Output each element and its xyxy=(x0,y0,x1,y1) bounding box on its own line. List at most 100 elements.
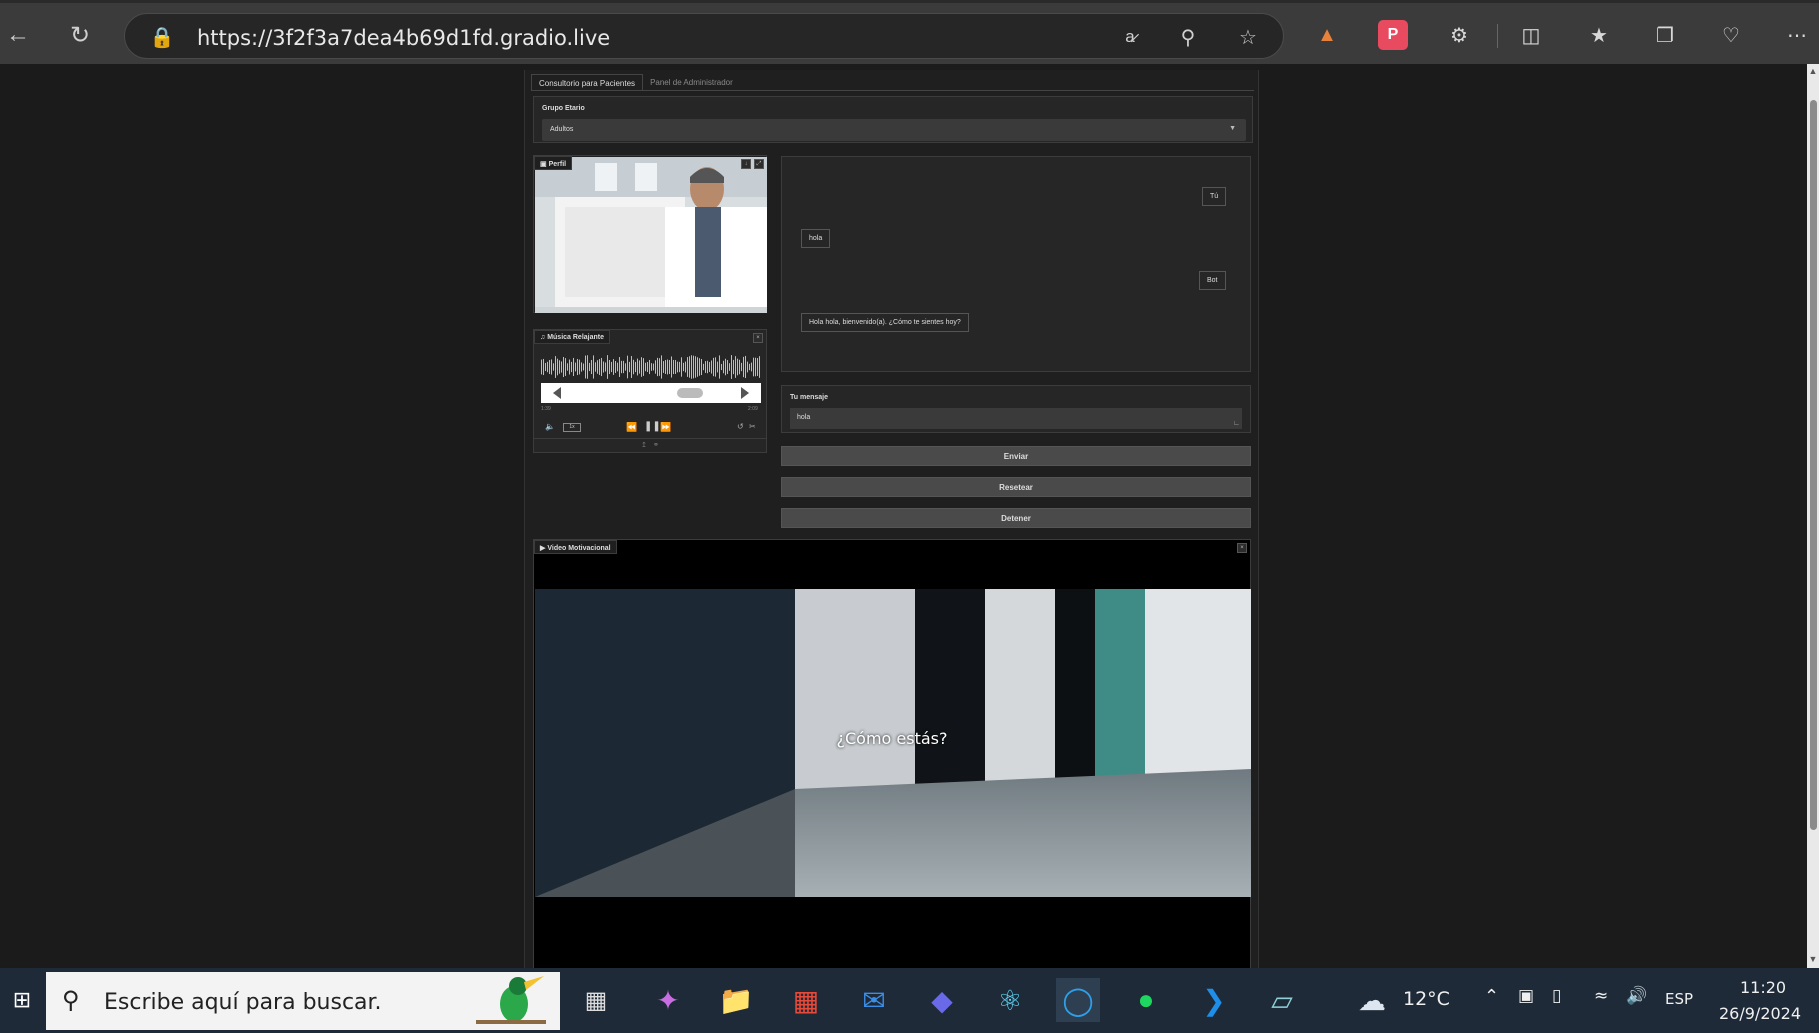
tab-admin-panel[interactable]: Panel de Administrador xyxy=(643,74,740,90)
weather-cloud-icon[interactable]: ☁ xyxy=(1350,978,1394,1022)
age-group-value: Adultos xyxy=(550,126,574,133)
meet-now-icon[interactable]: ▣ xyxy=(1518,986,1534,1006)
music-note-icon: ♫ xyxy=(540,334,546,341)
vscode-icon[interactable]: ❯ xyxy=(1192,978,1236,1022)
stop-button[interactable]: Detener xyxy=(781,508,1251,528)
waveform-bar xyxy=(577,358,578,376)
waveform-bar xyxy=(685,361,686,373)
waveform-bar xyxy=(609,359,610,375)
waveform-bar xyxy=(565,358,566,376)
lock-icon[interactable]: 🔒 xyxy=(147,22,177,52)
browser-essentials-icon[interactable]: ♡ xyxy=(1716,20,1746,50)
metamask-icon[interactable]: ▲ xyxy=(1312,20,1342,50)
playback-speed-button[interactable]: 1x xyxy=(563,423,581,432)
tab-underline xyxy=(531,90,1254,91)
microsoft-store-icon[interactable]: ▦ xyxy=(784,978,828,1022)
close-icon[interactable]: × xyxy=(753,333,763,343)
read-aloud-icon[interactable]: a̷ xyxy=(1115,22,1145,52)
fast-forward-icon[interactable]: ⏩ xyxy=(660,422,671,433)
favorite-star-icon[interactable]: ☆ xyxy=(1233,22,1263,52)
file-explorer-icon[interactable]: 📁 xyxy=(714,978,758,1022)
scrollbar-thumb[interactable] xyxy=(1810,100,1817,830)
waveform-bar xyxy=(659,358,660,376)
page-scrollbar[interactable]: ▲ ▼ xyxy=(1807,64,1819,968)
volume-icon[interactable]: 🔈 xyxy=(545,422,555,431)
waveform-bar xyxy=(599,359,600,375)
back-icon[interactable]: ← xyxy=(0,17,36,53)
scroll-down-icon[interactable]: ▼ xyxy=(1808,954,1818,964)
waveform-bar xyxy=(723,360,724,374)
copilot-icon[interactable]: ✦ xyxy=(646,978,690,1022)
upload-icon[interactable]: ↥ xyxy=(641,441,647,449)
reset-button[interactable]: Resetear xyxy=(781,477,1251,497)
favorites-icon[interactable]: ★ xyxy=(1584,20,1614,50)
trim-icon[interactable]: ✂ xyxy=(749,422,756,431)
task-view-icon[interactable]: ▦ xyxy=(574,978,618,1022)
resize-handle-icon[interactable]: ∟ xyxy=(1233,420,1240,427)
music-label-tag: ♫ Música Relajante xyxy=(534,330,611,344)
waveform-bar xyxy=(721,363,722,371)
taskbar-search-box[interactable]: ⚲ Escribe aquí para buscar. xyxy=(46,972,560,1030)
pocket-icon[interactable]: P xyxy=(1378,20,1408,50)
waveform-bar xyxy=(561,361,562,373)
undo-icon[interactable]: ↺ xyxy=(737,422,744,431)
region-selector[interactable] xyxy=(541,383,761,403)
clock-date[interactable]: 26/9/2024 xyxy=(1719,1004,1801,1023)
fullscreen-icon[interactable]: ⤢ xyxy=(754,159,764,169)
windows-start-icon[interactable]: ⊞ xyxy=(0,978,44,1022)
bird-decoration-icon xyxy=(476,976,546,1024)
extensions-icon[interactable]: ⚙ xyxy=(1444,20,1474,50)
volume-tray-icon[interactable]: 🔊 xyxy=(1626,986,1647,1006)
waveform-bar xyxy=(547,361,548,373)
download-icon[interactable]: ↓ xyxy=(741,159,751,169)
waveform-bar xyxy=(689,356,690,378)
waveform-bar xyxy=(549,360,550,374)
battery-icon[interactable]: ▯ xyxy=(1552,986,1561,1006)
tab-patient-consult[interactable]: Consultorio para Pacientes xyxy=(531,74,644,90)
zoom-icon[interactable]: ⚲ xyxy=(1173,22,1203,52)
waveform-bar xyxy=(677,361,678,373)
edge-browser-icon[interactable]: ◯ xyxy=(1056,978,1100,1022)
waveform-bar xyxy=(591,360,592,374)
chat-message-bot: Hola hola, bienvenido(a). ¿Cómo te sient… xyxy=(801,313,969,332)
waveform-bar xyxy=(655,360,656,374)
region-start-handle[interactable] xyxy=(553,387,561,399)
waveform-bar xyxy=(631,356,632,378)
message-input-label: Tu mensaje xyxy=(790,394,828,401)
scroll-up-icon[interactable]: ▲ xyxy=(1808,66,1818,76)
collections-icon[interactable]: ❐ xyxy=(1650,20,1680,50)
playhead-handle[interactable] xyxy=(677,388,703,398)
notes-app-icon[interactable]: ▱ xyxy=(1260,978,1304,1022)
clock-time[interactable]: 11:20 xyxy=(1740,978,1786,997)
address-bar[interactable]: 🔒 https://3f2f3a7dea4b69d1fd.gradio.live… xyxy=(124,13,1284,59)
send-button[interactable]: Enviar xyxy=(781,446,1251,466)
waveform-bar xyxy=(661,355,662,379)
waveform-bar xyxy=(663,361,664,373)
language-indicator[interactable]: ESP xyxy=(1665,990,1693,1008)
age-group-dropdown[interactable]: Adultos ▼ xyxy=(542,119,1246,141)
waveform-bar xyxy=(731,355,732,379)
split-screen-icon[interactable]: ◫ xyxy=(1516,20,1546,50)
show-hidden-icons-icon[interactable]: ⌃ xyxy=(1484,986,1499,1007)
waveform-bar xyxy=(551,359,552,375)
bing-icon[interactable]: ◆ xyxy=(920,978,964,1022)
waveform-bar xyxy=(741,362,742,372)
close-icon[interactable]: × xyxy=(1237,543,1247,553)
rewind-icon[interactable]: ⏪ xyxy=(626,422,637,433)
more-menu-icon[interactable]: ⋯ xyxy=(1782,20,1812,50)
react-devtools-icon[interactable]: ⚛ xyxy=(988,978,1032,1022)
message-textarea[interactable]: hola xyxy=(790,408,1242,429)
microphone-icon[interactable]: ⚭ xyxy=(653,441,659,449)
music-label: Música Relajante xyxy=(547,334,605,341)
refresh-icon[interactable]: ↻ xyxy=(62,17,98,53)
region-end-handle[interactable] xyxy=(741,387,749,399)
waveform-bar xyxy=(643,358,644,376)
waveform-bar xyxy=(629,361,630,373)
spotify-icon[interactable]: ● xyxy=(1124,978,1168,1022)
waveform-bar xyxy=(619,357,620,377)
mail-icon[interactable]: ✉ xyxy=(852,978,896,1022)
wifi-icon[interactable]: ≈ xyxy=(1594,986,1608,1006)
waveform-bar xyxy=(681,357,682,377)
waveform-bar xyxy=(669,360,670,374)
pause-icon[interactable]: ❚❚ xyxy=(644,421,661,432)
